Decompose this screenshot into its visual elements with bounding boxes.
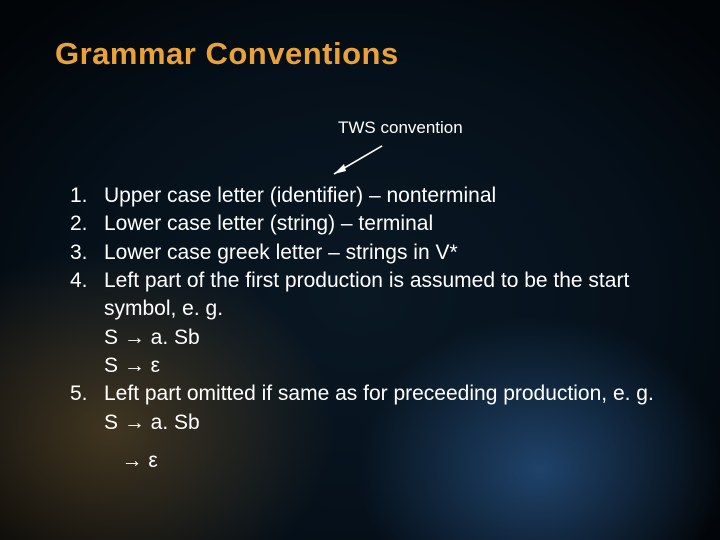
slide-title: Grammar Conventions bbox=[55, 36, 399, 72]
list-item: S → ε bbox=[70, 352, 680, 380]
list-item: S → a. Sb bbox=[70, 324, 680, 352]
list-item-number: 3. bbox=[70, 239, 104, 267]
list-item-text: Lower case letter (string) – terminal bbox=[104, 210, 680, 238]
list-item-text: S → a. Sb bbox=[104, 409, 680, 437]
list-item: 5.Left part omitted if same as for prece… bbox=[70, 380, 680, 408]
list-item: 2.Lower case letter (string) – terminal bbox=[70, 210, 680, 238]
list-item-text: S → a. Sb bbox=[104, 324, 680, 352]
slide-subtitle: TWS convention bbox=[338, 118, 463, 138]
list-item: 4.Left part of the first production is a… bbox=[70, 267, 680, 324]
list-item-text: S → ε bbox=[104, 352, 680, 380]
list-item-number: 1. bbox=[70, 182, 104, 210]
list-item-number: 5. bbox=[70, 380, 104, 408]
list-item-number: 4. bbox=[70, 267, 104, 295]
list-item-text: Lower case greek letter – strings in V* bbox=[104, 239, 680, 267]
list-item: 1.Upper case letter (identifier) – nonte… bbox=[70, 182, 680, 210]
list-item-text: Left part of the first production is ass… bbox=[104, 267, 680, 324]
list-item: 3.Lower case greek letter – strings in V… bbox=[70, 239, 680, 267]
convention-list: 1.Upper case letter (identifier) – nonte… bbox=[70, 182, 680, 475]
slide: Grammar Conventions TWS convention 1.Upp… bbox=[0, 0, 720, 540]
list-item-number: 2. bbox=[70, 210, 104, 238]
list-item-text: Upper case letter (identifier) – nonterm… bbox=[104, 182, 680, 210]
list-item: S → a. Sb bbox=[70, 409, 680, 437]
list-item-text: Left part omitted if same as for preceed… bbox=[104, 380, 680, 408]
list-item-text: → ε bbox=[104, 447, 680, 475]
arrow-icon bbox=[324, 140, 404, 180]
list-item: → ε bbox=[70, 447, 680, 475]
